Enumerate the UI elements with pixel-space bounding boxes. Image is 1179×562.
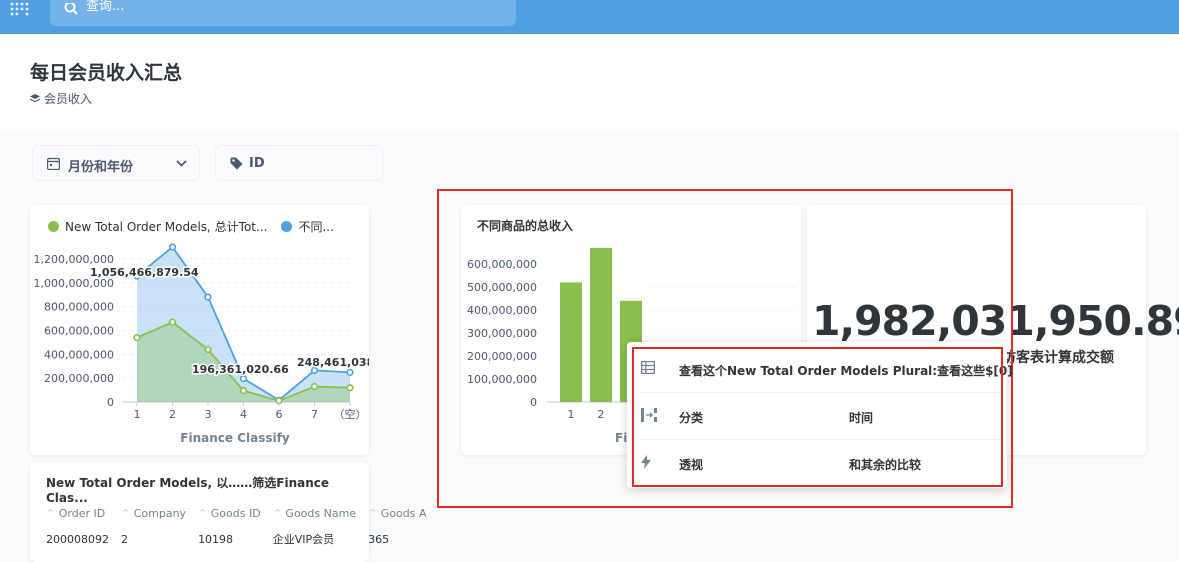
table-cell[interactable]: 企业VIP会员	[267, 524, 362, 554]
table-cell[interactable]: 200008092	[40, 524, 115, 554]
tag-icon	[230, 157, 243, 170]
x-tick-label: 7	[311, 408, 318, 421]
data-point	[310, 382, 319, 391]
id-filter[interactable]: ID	[215, 145, 383, 181]
highlight-box-inner	[632, 347, 1003, 487]
data-point	[239, 387, 248, 395]
collection-stack-icon	[30, 94, 40, 103]
filter-label: ID	[249, 156, 265, 171]
y-tick-label: 0	[107, 396, 114, 409]
collection-subtitle[interactable]: 会员收入	[30, 90, 92, 107]
table-cell[interactable]: 2	[115, 524, 192, 554]
calendar-icon	[47, 157, 60, 170]
data-label: 248,461,038	[297, 356, 369, 369]
area-chart-card[interactable]: New Total Order Models, 总计Tot... 不同... 02…	[30, 205, 369, 455]
search-bar[interactable]: 查询...	[50, 0, 516, 26]
x-axis-label: Finance Classify	[180, 431, 290, 445]
data-point	[346, 368, 354, 376]
table-row[interactable]: 200008092 2 10198 企业VIP会员 365	[40, 524, 433, 554]
table-cell[interactable]: 365	[362, 524, 432, 554]
data-label: 1,056,466,879.54	[90, 266, 199, 279]
y-tick-label: 400,000,000	[44, 348, 114, 361]
filter-label: 月份和年份	[68, 160, 134, 175]
page-title: 每日会员收入汇总	[30, 62, 183, 84]
data-point	[346, 384, 354, 392]
scalar-caption[interactable]: 访客表计算成交额	[1002, 347, 1114, 367]
y-tick-label: 200,000,000	[44, 372, 114, 385]
data-point	[168, 318, 177, 326]
dashboard-header: 每日会员收入汇总 会员收入	[0, 34, 1179, 130]
table-header-row: ⌃ Order ID ⌃ Company ⌃ Goods ID ⌃ Goods …	[40, 502, 433, 524]
area-chart[interactable]: 0 200,000,000 400,000,000 600,000,000 800,00…	[30, 205, 369, 455]
data-point	[133, 334, 141, 342]
data-point	[239, 374, 248, 383]
data-point	[204, 293, 212, 301]
column-header[interactable]: ⌃ Company	[115, 502, 192, 524]
y-tick-label: 600,000,000	[44, 324, 114, 337]
y-tick-label: 800,000,000	[44, 301, 114, 314]
column-header[interactable]: ⌃ Goods A	[362, 502, 432, 524]
data-table: ⌃ Order ID ⌃ Company ⌃ Goods ID ⌃ Goods …	[40, 502, 433, 554]
column-header[interactable]: ⌃ Goods Name	[267, 502, 362, 524]
y-tick-label: 1,200,000,000	[34, 253, 114, 266]
chevron-down-icon	[176, 160, 187, 167]
subtitle-label: 会员收入	[44, 92, 93, 106]
table-cell[interactable]: 10198	[192, 524, 267, 554]
x-tick-label: 6	[276, 408, 283, 421]
data-label: 196,361,020.66	[192, 363, 289, 376]
column-header[interactable]: ⌃ Order ID	[40, 502, 115, 524]
data-point	[168, 243, 177, 251]
x-tick-label: 3	[205, 408, 212, 421]
x-tick-label: （空）	[334, 407, 367, 421]
search-placeholder: 查询...	[86, 0, 125, 14]
search-icon	[64, 3, 78, 15]
column-header[interactable]: ⌃ Goods ID	[192, 502, 267, 524]
table-card[interactable]: New Total Order Models, 以……筛选Finance Cla…	[30, 462, 427, 562]
top-nav-bar: 查询...	[0, 0, 1179, 34]
x-tick-label: 4	[240, 408, 247, 421]
x-tick-label: 1	[134, 408, 141, 421]
month-year-filter[interactable]: 月份和年份	[32, 145, 200, 181]
table-title[interactable]: New Total Order Models, 以……筛选Finance Cla…	[46, 474, 369, 505]
data-point	[204, 345, 212, 354]
metabase-logo-icon[interactable]	[6, 0, 34, 20]
x-tick-label: 2	[169, 408, 176, 421]
